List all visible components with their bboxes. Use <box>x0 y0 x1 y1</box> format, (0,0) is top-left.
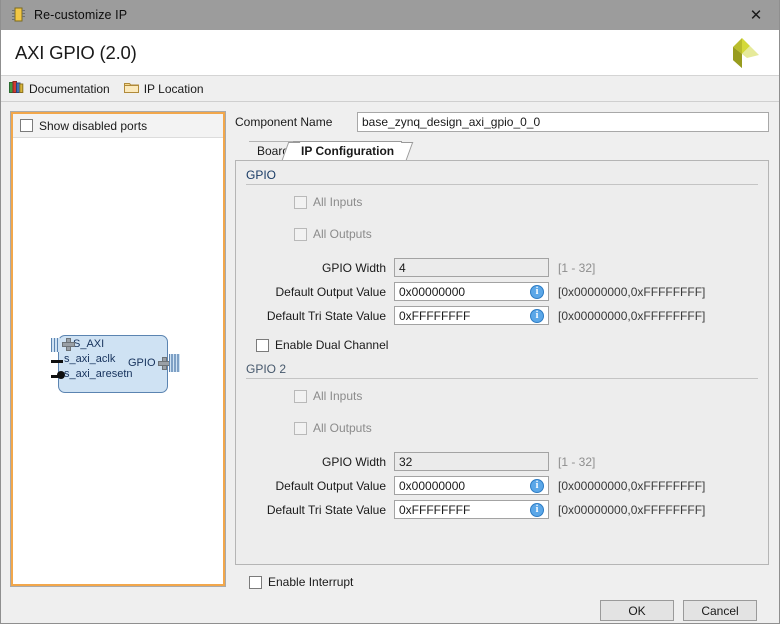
gpio1-section-body: All Inputs All Outputs GPIO Width 4 [1 -… <box>246 186 758 325</box>
gpio1-default-tristate-value: 0xFFFFFFFF <box>399 309 470 323</box>
close-icon[interactable]: ✕ <box>733 0 779 30</box>
gpio2-all-inputs-row[interactable]: All Inputs <box>294 388 758 404</box>
section-divider <box>246 184 758 185</box>
gpio1-all-inputs-row[interactable]: All Inputs <box>294 194 758 210</box>
window-titlebar: Re-customize IP ✕ <box>1 0 779 30</box>
info-icon[interactable]: i <box>530 503 544 517</box>
show-disabled-ports-checkbox[interactable] <box>20 119 33 132</box>
dialog-body: Show disabled ports S_AXI <box>1 102 779 623</box>
gpio1-all-inputs-checkbox[interactable] <box>294 196 307 209</box>
port-label-s-axi-aclk: s_axi_aclk <box>64 353 115 365</box>
gpio2-default-tristate-hint: [0x00000000,0xFFFFFFFF] <box>558 503 705 517</box>
ip-location-button[interactable]: IP Location <box>124 80 204 97</box>
gpio2-section-header: GPIO 2 <box>246 362 758 378</box>
gpio1-all-outputs-label: All Outputs <box>313 227 372 241</box>
ip-symbol-panel: Show disabled ports S_AXI <box>11 112 225 586</box>
s-axi-bus-connector <box>51 338 59 352</box>
gpio1-default-tristate-label: Default Tri State Value <box>246 309 394 323</box>
gpio1-default-output-row: Default Output Value 0x00000000 i [0x000… <box>246 282 758 301</box>
gpio-bus-connector <box>169 354 179 372</box>
gpio2-default-output-row: Default Output Value 0x00000000 i [0x000… <box>246 476 758 495</box>
gpio1-default-output-label: Default Output Value <box>246 285 394 299</box>
gpio2-default-tristate-row: Default Tri State Value 0xFFFFFFFF i [0x… <box>246 500 758 519</box>
ip-config-panel: Component Name base_zynq_design_axi_gpio… <box>235 112 771 623</box>
gpio2-default-output-hint: [0x00000000,0xFFFFFFFF] <box>558 479 705 493</box>
gpio2-width-input[interactable]: 32 <box>394 452 549 471</box>
gpio2-default-tristate-value: 0xFFFFFFFF <box>399 503 470 517</box>
gpio2-all-outputs-checkbox[interactable] <box>294 422 307 435</box>
gpio2-width-label: GPIO Width <box>246 455 394 469</box>
port-pin-s-axi-aclk <box>51 360 63 363</box>
enable-interrupt-row[interactable]: Enable Interrupt <box>249 573 757 591</box>
ip-toolbar: Documentation IP Location <box>1 76 779 102</box>
gpio1-all-outputs-row[interactable]: All Outputs <box>294 226 758 242</box>
info-icon[interactable]: i <box>530 285 544 299</box>
dialog-footer: Enable Interrupt OK Cancel <box>235 565 769 623</box>
gpio1-width-hint: [1 - 32] <box>558 261 595 275</box>
ip-header: AXI GPIO (2.0) <box>1 30 779 76</box>
dialog-button-row: OK Cancel <box>235 600 757 621</box>
plus-icon[interactable] <box>159 358 168 367</box>
gpio1-default-output-input[interactable]: 0x00000000 i <box>394 282 549 301</box>
component-name-label: Component Name <box>235 115 357 129</box>
window-title: Re-customize IP <box>34 8 127 22</box>
gpio2-section-body: All Inputs All Outputs GPIO Width 32 [1 … <box>246 380 758 519</box>
port-label-s-axi: S_AXI <box>63 338 104 350</box>
gpio2-default-tristate-input[interactable]: 0xFFFFFFFF i <box>394 500 549 519</box>
enable-dual-channel-checkbox[interactable] <box>256 339 269 352</box>
documentation-button[interactable]: Documentation <box>9 80 110 97</box>
documentation-books-icon <box>9 80 24 97</box>
enable-dual-channel-label: Enable Dual Channel <box>275 338 388 352</box>
enable-interrupt-checkbox[interactable] <box>249 576 262 589</box>
section-divider <box>246 378 758 379</box>
gpio2-default-output-label: Default Output Value <box>246 479 394 493</box>
ip-block-icon <box>11 7 26 23</box>
port-label-gpio: GPIO <box>128 357 169 369</box>
gpio2-all-inputs-checkbox[interactable] <box>294 390 307 403</box>
gpio2-all-inputs-label: All Inputs <box>313 389 362 403</box>
gpio1-default-tristate-input[interactable]: 0xFFFFFFFF i <box>394 306 549 325</box>
show-disabled-ports-row[interactable]: Show disabled ports <box>13 114 223 138</box>
ip-location-label: IP Location <box>144 82 204 96</box>
gpio2-all-outputs-row[interactable]: All Outputs <box>294 420 758 436</box>
show-disabled-ports-label: Show disabled ports <box>39 119 147 133</box>
re-customize-ip-dialog: Re-customize IP ✕ AXI GPIO (2.0) <box>0 0 780 624</box>
ok-button[interactable]: OK <box>600 600 674 621</box>
gpio2-default-output-value: 0x00000000 <box>399 479 465 493</box>
page-title: AXI GPIO (2.0) <box>15 42 137 64</box>
documentation-label: Documentation <box>29 82 110 96</box>
port-label-s-axi-aresetn: s_axi_aresetn <box>64 368 133 380</box>
gpio1-width-label: GPIO Width <box>246 261 394 275</box>
gpio1-default-output-value: 0x00000000 <box>399 285 465 299</box>
cancel-button[interactable]: Cancel <box>683 600 757 621</box>
gpio1-section-header: GPIO <box>246 168 758 184</box>
component-name-row: Component Name base_zynq_design_axi_gpio… <box>235 112 769 132</box>
gpio2-all-outputs-label: All Outputs <box>313 421 372 435</box>
gpio2-default-tristate-label: Default Tri State Value <box>246 503 394 517</box>
gpio2-width-hint: [1 - 32] <box>558 455 595 469</box>
enable-interrupt-label: Enable Interrupt <box>268 575 353 589</box>
gpio1-width-row: GPIO Width 4 [1 - 32] <box>246 258 758 277</box>
component-name-input[interactable]: base_zynq_design_axi_gpio_0_0 <box>357 112 769 132</box>
tab-ip-configuration[interactable]: IP Configuration <box>293 141 402 160</box>
gpio1-width-input[interactable]: 4 <box>394 258 549 277</box>
gpio2-default-output-input[interactable]: 0x00000000 i <box>394 476 549 495</box>
ip-configuration-tab-content: GPIO All Inputs All Outputs GPIO Width 4 <box>235 160 769 565</box>
info-icon[interactable]: i <box>530 479 544 493</box>
gpio1-all-outputs-checkbox[interactable] <box>294 228 307 241</box>
folder-icon <box>124 80 139 97</box>
plus-icon[interactable] <box>63 339 72 348</box>
enable-dual-channel-row[interactable]: Enable Dual Channel <box>256 337 758 353</box>
gpio1-all-inputs-label: All Inputs <box>313 195 362 209</box>
gpio1-default-output-hint: [0x00000000,0xFFFFFFFF] <box>558 285 705 299</box>
gpio1-default-tristate-row: Default Tri State Value 0xFFFFFFFF i [0x… <box>246 306 758 325</box>
info-icon[interactable]: i <box>530 309 544 323</box>
config-tabstrip: Board IP Configuration <box>249 141 769 160</box>
gpio1-default-tristate-hint: [0x00000000,0xFFFFFFFF] <box>558 309 705 323</box>
ip-symbol-canvas[interactable]: S_AXI s_axi_aclk s_axi_aresetn GPIO <box>13 139 223 584</box>
gpio2-width-row: GPIO Width 32 [1 - 32] <box>246 452 758 471</box>
xilinx-logo-icon <box>721 34 763 74</box>
